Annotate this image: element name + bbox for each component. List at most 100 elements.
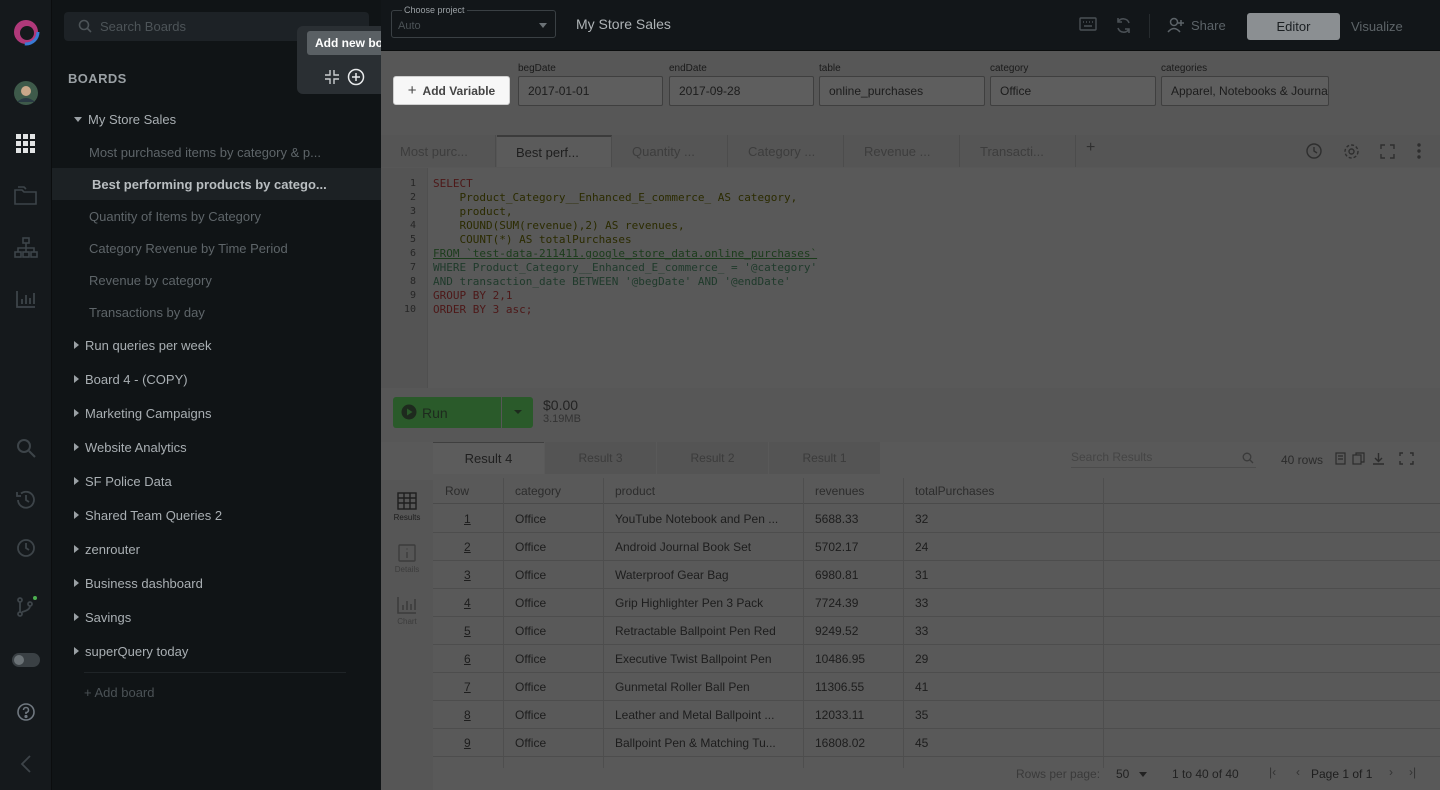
row-number-link[interactable]: 6 (464, 652, 471, 666)
board-item[interactable]: SF Police Data (52, 464, 381, 498)
history-icon[interactable] (0, 482, 52, 518)
row-number-link[interactable]: 9 (464, 736, 471, 750)
settings-gear-icon[interactable] (1343, 143, 1360, 165)
row-number-link[interactable]: 2 (464, 540, 471, 554)
caret-right-icon[interactable] (74, 409, 79, 417)
avatar[interactable] (0, 75, 52, 111)
toggle-switch[interactable] (0, 642, 52, 678)
details-view-tab[interactable]: Details (381, 544, 433, 574)
duplicate-icon[interactable] (1352, 452, 1365, 470)
add-tab-icon[interactable]: + (1086, 139, 1095, 157)
next-page-icon[interactable]: › (1389, 765, 1393, 779)
row-number-link[interactable]: 1 (464, 512, 471, 526)
query-item[interactable]: Best performing products by catego... (52, 168, 381, 200)
history-icon[interactable] (1306, 143, 1322, 164)
variable-value-input[interactable]: 2017-01-01 (518, 76, 663, 106)
git-branch-icon[interactable] (0, 589, 52, 625)
board-item[interactable]: zenrouter (52, 532, 381, 566)
query-tab[interactable]: Category ... (729, 135, 844, 167)
editor-tab-button[interactable]: Editor (1247, 13, 1340, 40)
search-icon[interactable] (0, 430, 52, 466)
row-number-link[interactable]: 3 (464, 568, 471, 582)
board-item[interactable]: My Store Sales (52, 102, 381, 136)
column-header[interactable]: category (515, 484, 561, 498)
search-results-input[interactable]: Search Results (1071, 450, 1256, 468)
board-item[interactable]: Marketing Campaigns (52, 396, 381, 430)
caret-right-icon[interactable] (74, 341, 79, 349)
rows-per-page-select[interactable]: 50 (1116, 767, 1147, 781)
column-header[interactable]: totalPurchases (915, 484, 994, 498)
board-item[interactable]: Business dashboard (52, 566, 381, 600)
variable-value-input[interactable]: Apparel, Notebooks & Journals (1161, 76, 1329, 106)
query-tab[interactable]: Best perf... (497, 135, 612, 167)
board-item[interactable]: superQuery today (52, 634, 381, 668)
share-button[interactable]: Share (1167, 17, 1226, 33)
chart-view-tab[interactable]: Chart (381, 596, 433, 626)
sql-editor[interactable]: 1 2 3 4 5 6 7 8 9 10 SELECT Product_Category__Enh… (381, 168, 1440, 388)
last-page-icon[interactable]: ›| (1409, 765, 1416, 779)
copy-icon[interactable] (1335, 452, 1347, 470)
query-tab[interactable]: Most purc... (381, 135, 496, 167)
result-tab[interactable]: Result 4 (433, 442, 544, 474)
board-item[interactable]: Shared Team Queries 2 (52, 498, 381, 532)
boards-grid-icon[interactable] (0, 126, 52, 162)
query-item[interactable]: Quantity of Items by Category (52, 200, 381, 232)
add-new-board-button[interactable] (347, 68, 365, 91)
query-tab[interactable]: Revenue ... (845, 135, 960, 167)
caret-right-icon[interactable] (74, 477, 79, 485)
results-view-tab[interactable]: Results (381, 492, 433, 522)
app-logo-icon[interactable] (0, 14, 52, 50)
variable-value-input[interactable]: online_purchases (819, 76, 985, 106)
variable-value-input[interactable]: 2017-09-28 (669, 76, 814, 106)
download-icon[interactable] (1372, 452, 1385, 470)
caret-right-icon[interactable] (74, 647, 79, 655)
query-item[interactable]: Transactions by day (52, 296, 381, 328)
caret-right-icon[interactable] (74, 443, 79, 451)
first-page-icon[interactable]: |‹ (1269, 765, 1276, 779)
row-number-link[interactable]: 8 (464, 708, 471, 722)
row-number-link[interactable]: 7 (464, 680, 471, 694)
prev-page-icon[interactable]: ‹ (1296, 765, 1300, 779)
query-tab[interactable]: Quantity ... (613, 135, 728, 167)
row-number-link[interactable]: 4 (464, 596, 471, 610)
column-header[interactable]: product (615, 484, 655, 498)
collapse-all-icon[interactable] (324, 69, 340, 90)
more-vertical-icon[interactable] (1417, 143, 1421, 164)
caret-right-icon[interactable] (74, 375, 79, 383)
help-icon[interactable] (0, 694, 52, 730)
result-tab[interactable]: Result 3 (545, 442, 656, 474)
query-item[interactable]: Category Revenue by Time Period (52, 232, 381, 264)
board-item[interactable]: Website Analytics (52, 430, 381, 464)
add-board-link[interactable]: + Add board (84, 685, 154, 700)
clock-icon[interactable] (0, 530, 52, 566)
query-item[interactable]: Most purchased items by category & p... (52, 136, 381, 168)
query-tab[interactable]: Transacti... (961, 135, 1076, 167)
board-item[interactable]: Board 4 - (COPY) (52, 362, 381, 396)
caret-down-icon[interactable] (74, 117, 82, 122)
visualize-tab-button[interactable]: Visualize (1351, 19, 1403, 34)
board-item[interactable]: Savings (52, 600, 381, 634)
fullscreen-icon[interactable] (1380, 144, 1395, 164)
choose-project-select[interactable]: Choose project Auto (391, 5, 556, 38)
add-variable-button[interactable]: + Add Variable (393, 76, 510, 105)
folder-icon[interactable] (0, 178, 52, 214)
hierarchy-icon[interactable] (0, 230, 52, 266)
caret-right-icon[interactable] (74, 511, 79, 519)
collapse-rail-chevron-icon[interactable] (0, 746, 52, 782)
caret-right-icon[interactable] (74, 579, 79, 587)
variable-value-input[interactable]: Office (990, 76, 1156, 106)
board-item[interactable]: Run queries per week (52, 328, 381, 362)
column-header[interactable]: Row (445, 484, 469, 498)
expand-icon[interactable] (1399, 452, 1414, 470)
keyboard-icon[interactable] (1079, 17, 1097, 36)
result-tab[interactable]: Result 2 (657, 442, 768, 474)
query-item[interactable]: Revenue by category (52, 264, 381, 296)
row-number-link[interactable]: 5 (464, 624, 471, 638)
run-options-dropdown[interactable] (502, 397, 533, 428)
bar-chart-icon[interactable] (0, 281, 52, 317)
result-tab[interactable]: Result 1 (769, 442, 880, 474)
run-button[interactable]: Run (393, 397, 501, 428)
caret-right-icon[interactable] (74, 545, 79, 553)
column-header[interactable]: revenues (815, 484, 864, 498)
refresh-icon[interactable] (1115, 17, 1132, 39)
